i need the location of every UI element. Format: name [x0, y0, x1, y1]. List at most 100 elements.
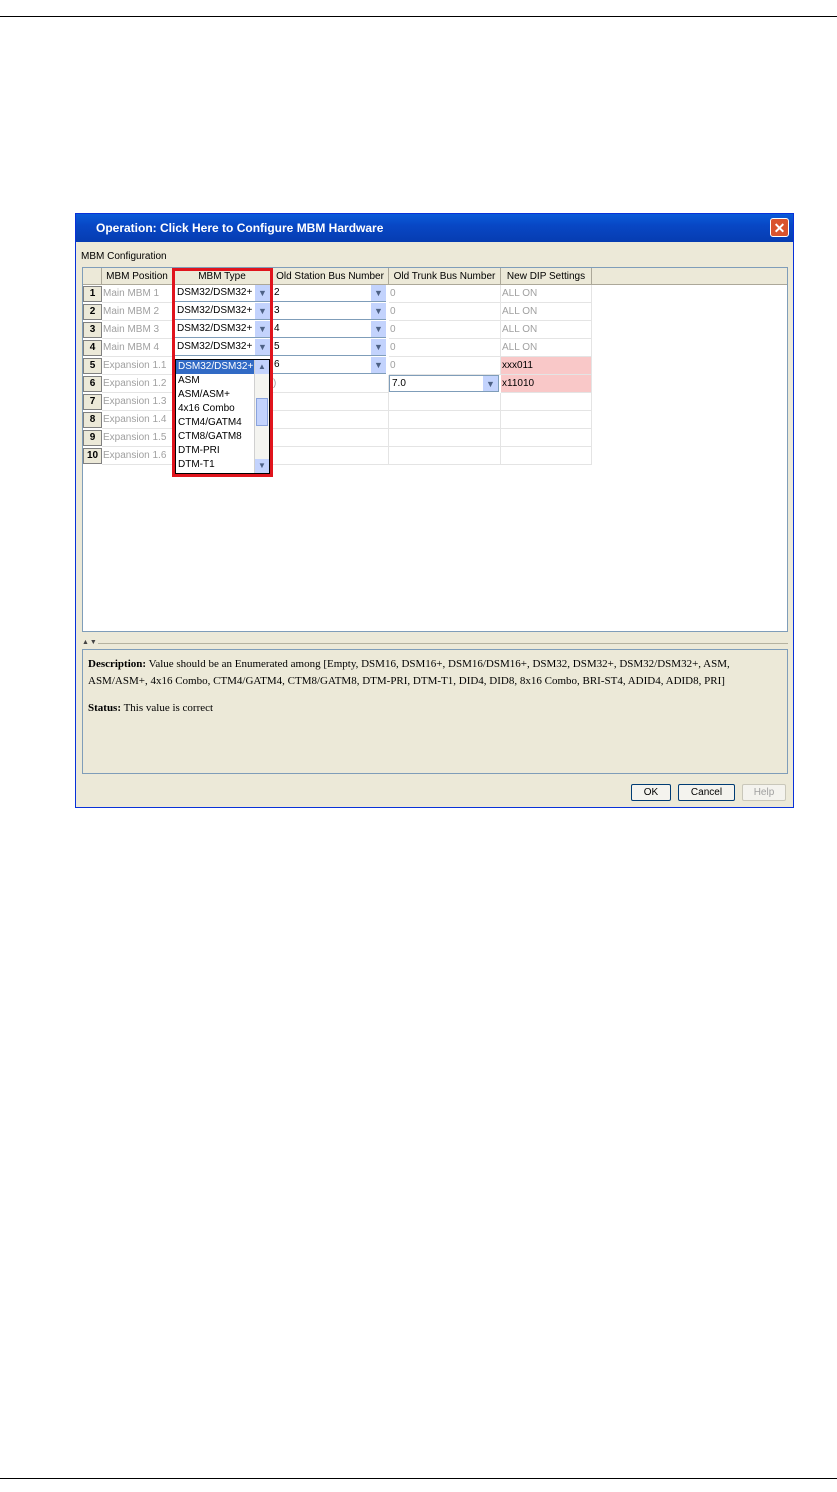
station-bus-cell[interactable]	[272, 447, 389, 465]
dip-settings-cell: ALL ON	[501, 285, 592, 303]
trunk-bus-select[interactable]: 7.0 ▼	[389, 375, 499, 392]
chevron-down-icon[interactable]: ▼	[255, 303, 270, 319]
scrollbar-thumb[interactable]	[256, 398, 268, 426]
dropdown-scrollbar[interactable]: ▲ ▼	[254, 360, 269, 473]
ok-button[interactable]: OK	[631, 784, 671, 801]
row-number[interactable]: 7	[83, 394, 102, 410]
arrow-down-icon[interactable]: ▼	[255, 459, 269, 473]
trunk-bus-cell[interactable]	[389, 429, 501, 447]
chevron-down-icon[interactable]: ▼	[371, 357, 386, 373]
mbm-type-select[interactable]: DSM32/DSM32+ ▼	[175, 285, 270, 302]
header-corner	[83, 268, 102, 285]
mbm-type-value: DSM32/DSM32+	[177, 323, 253, 334]
description-label: Description:	[88, 658, 147, 670]
mbm-type-select[interactable]: DSM32/DSM32+ ▼	[175, 339, 270, 356]
arrow-up-icon[interactable]: ▲	[255, 360, 269, 374]
station-bus-value: 4	[274, 323, 280, 334]
chevron-down-icon[interactable]: ▼	[483, 376, 498, 391]
dip-settings-cell	[501, 447, 592, 465]
position-cell: Expansion 1.5	[102, 429, 173, 447]
help-button[interactable]: Help	[742, 784, 786, 801]
column-header[interactable]: MBM Type	[173, 268, 272, 285]
row-number[interactable]: 4	[83, 340, 102, 356]
position-cell: Expansion 1.6	[102, 447, 173, 465]
position-cell: Expansion 1.4	[102, 411, 173, 429]
trunk-bus-value: 7.0	[392, 378, 406, 389]
dip-settings-cell: x11010	[501, 375, 592, 393]
station-bus-select[interactable]: 6 ▼	[272, 357, 386, 374]
station-bus-value: 2	[274, 287, 280, 298]
position-cell: Main MBM 2	[102, 303, 173, 321]
mbm-type-value: DSM32/DSM32+	[177, 305, 253, 316]
row-number[interactable]: 6	[83, 376, 102, 392]
trunk-bus-cell[interactable]: 0	[389, 321, 501, 339]
position-cell: Expansion 1.3	[102, 393, 173, 411]
dip-settings-cell: xxx011	[501, 357, 592, 375]
position-cell: Expansion 1.2	[102, 375, 173, 393]
column-header[interactable]: New DIP Settings	[501, 268, 592, 285]
cancel-button[interactable]: Cancel	[678, 784, 735, 801]
row-number[interactable]: 2	[83, 304, 102, 320]
status-label: Status:	[88, 702, 122, 714]
mbm-type-select[interactable]: DSM32/DSM32+ ▼	[175, 303, 270, 320]
chevron-down-icon[interactable]: ▼	[255, 321, 270, 337]
dip-settings-cell: ALL ON	[501, 321, 592, 339]
description-panel: Description: Value should be an Enumerat…	[82, 649, 788, 774]
page-bottom-rule	[0, 1478, 837, 1479]
trunk-bus-cell[interactable]	[389, 411, 501, 429]
column-header[interactable]: MBM Position	[102, 268, 173, 285]
station-bus-cell[interactable]	[272, 429, 389, 447]
chevron-down-icon[interactable]: ▼	[371, 303, 386, 319]
configure-mbm-dialog: Operation: Click Here to Configure MBM H…	[75, 213, 794, 808]
chevron-down-icon[interactable]: ▼	[371, 285, 386, 301]
mbm-table: MBM Position MBM Type Old Station Bus Numb…	[82, 267, 788, 632]
dialog-titlebar[interactable]: Operation: Click Here to Configure MBM H…	[76, 214, 793, 242]
station-bus-cell[interactable]: )	[272, 375, 389, 393]
status-text: This value is correct	[123, 702, 214, 714]
trunk-bus-cell[interactable]: 0	[389, 357, 501, 375]
header-filler	[592, 268, 787, 285]
dialog-title: Operation: Click Here to Configure MBM H…	[96, 221, 384, 235]
dip-settings-cell	[501, 429, 592, 447]
splitter-handle[interactable]: ▲▼	[82, 639, 98, 646]
station-bus-cell[interactable]	[272, 411, 389, 429]
chevron-down-icon[interactable]: ▼	[371, 321, 386, 337]
dip-settings-cell: ALL ON	[501, 339, 592, 357]
column-header[interactable]: Old Trunk Bus Number	[389, 268, 501, 285]
station-bus-select[interactable]: 2 ▼	[272, 285, 386, 302]
row-number[interactable]: 9	[83, 430, 102, 446]
chevron-down-icon[interactable]: ▼	[255, 339, 270, 355]
row-number[interactable]: 10	[83, 448, 102, 464]
close-icon[interactable]: ✕	[770, 218, 789, 237]
splitter-line[interactable]	[98, 643, 788, 644]
station-bus-value: 3	[274, 305, 280, 316]
mbm-type-dropdown-list[interactable]: DSM32/DSM32+ ASM ASM/ASM+ 4x16 Combo CTM4/GA…	[175, 359, 270, 474]
mbm-type-value: DSM32/DSM32+	[177, 287, 253, 298]
trunk-bus-cell[interactable]	[389, 393, 501, 411]
position-cell: Main MBM 3	[102, 321, 173, 339]
column-header[interactable]: Old Station Bus Number	[272, 268, 389, 285]
mbm-type-select[interactable]: DSM32/DSM32+ ▼	[175, 321, 270, 338]
row-number[interactable]: 8	[83, 412, 102, 428]
trunk-bus-cell[interactable]: 0	[389, 285, 501, 303]
station-bus-value: 6	[274, 359, 280, 370]
station-bus-cell[interactable]	[272, 393, 389, 411]
chevron-down-icon[interactable]: ▼	[371, 339, 386, 355]
station-bus-select[interactable]: 5 ▼	[272, 339, 386, 356]
row-number[interactable]: 1	[83, 286, 102, 302]
station-bus-select[interactable]: 4 ▼	[272, 321, 386, 338]
group-label: MBM Configuration	[81, 251, 167, 262]
row-number[interactable]: 3	[83, 322, 102, 338]
trunk-bus-cell[interactable]	[389, 447, 501, 465]
trunk-bus-cell[interactable]: 0	[389, 303, 501, 321]
description-text: Value should be an Enumerated among [Emp…	[88, 658, 730, 687]
row-number[interactable]: 5	[83, 358, 102, 374]
dip-settings-cell	[501, 393, 592, 411]
position-cell: Main MBM 4	[102, 339, 173, 357]
trunk-bus-cell[interactable]: 0	[389, 339, 501, 357]
dip-settings-cell: ALL ON	[501, 303, 592, 321]
station-bus-select[interactable]: 3 ▼	[272, 303, 386, 320]
chevron-down-icon[interactable]: ▼	[255, 285, 270, 301]
position-cell: Expansion 1.1	[102, 357, 173, 375]
dip-settings-cell	[501, 411, 592, 429]
